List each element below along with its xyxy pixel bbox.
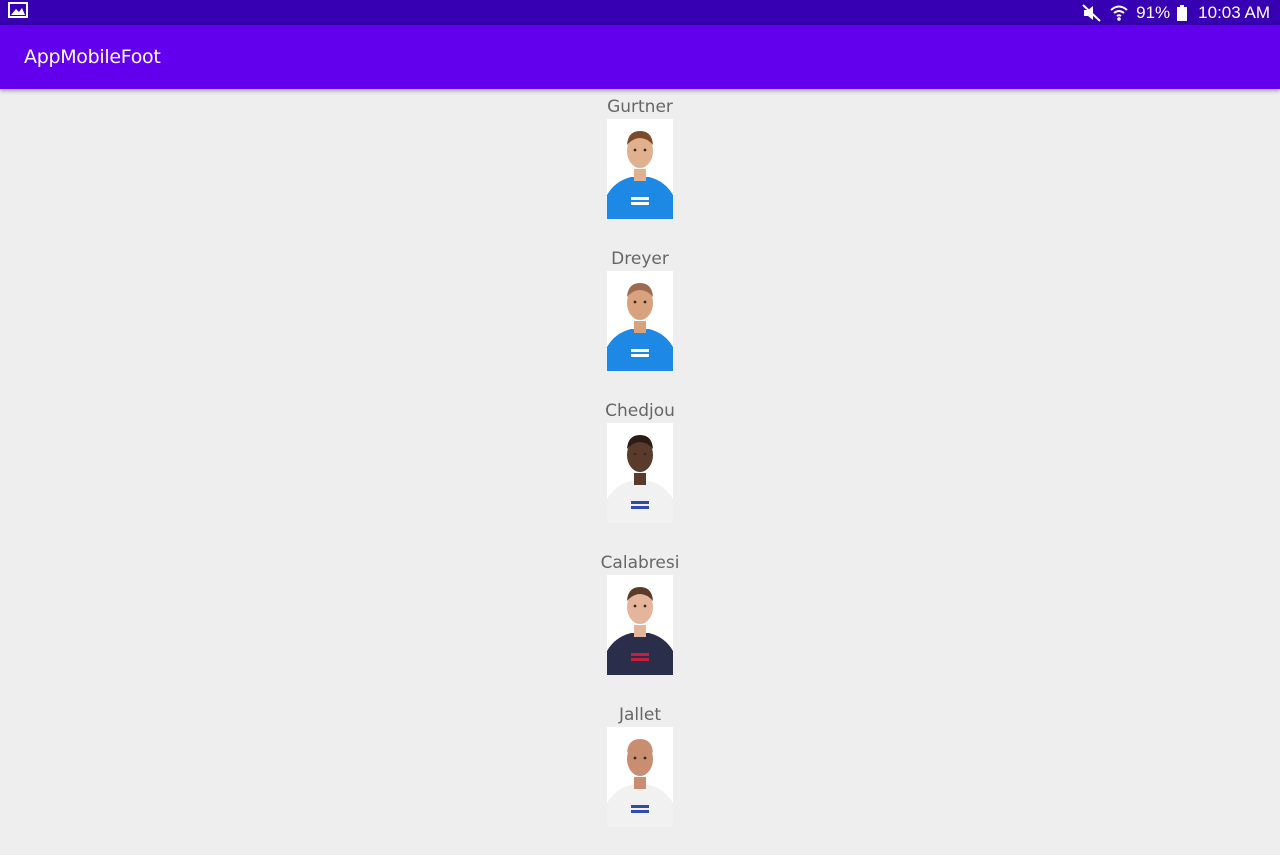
app-title: AppMobileFoot [24,46,161,68]
clock: 10:03 AM [1198,2,1270,22]
player-list-item[interactable]: Dreyer [607,247,673,399]
player-list-item[interactable]: Chedjou [605,399,675,551]
player-name: Calabresi [600,553,680,573]
player-photo[interactable] [606,423,673,523]
player-list-item[interactable]: Gurtner [607,95,673,247]
app-bar: AppMobileFoot [0,25,1280,89]
battery-icon [1177,4,1188,21]
image-icon [8,2,28,23]
player-list-item[interactable]: Calabresi [600,551,680,703]
player-photo[interactable] [607,271,673,371]
player-name: Jallet [618,705,661,725]
battery-percent: 91% [1136,2,1171,22]
player-name: Chedjou [605,401,675,421]
player-name: Dreyer [611,249,669,269]
player-list[interactable]: Gurtner Dreyer Chedjou Calabresi Jallet [0,95,1280,855]
player-name: Gurtner [607,97,673,117]
player-list-item[interactable]: Jallet [607,703,673,855]
status-bar: 91% 10:03 AM [0,0,1280,25]
mute-icon [1082,3,1102,22]
player-photo[interactable] [607,727,673,827]
wifi-icon [1109,4,1129,22]
player-photo[interactable] [607,575,673,675]
player-photo[interactable] [607,119,673,219]
